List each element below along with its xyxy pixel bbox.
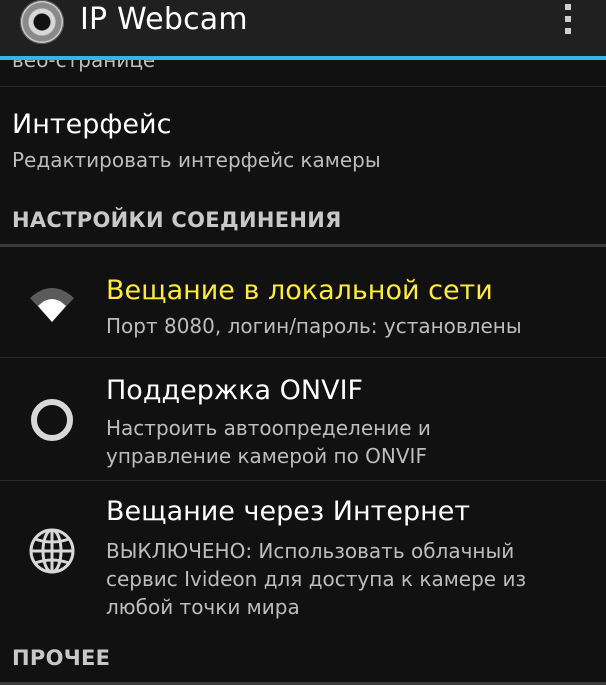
pref-onvif-title: Поддержка ONVIF	[106, 375, 364, 406]
pref-internet-broadcast-summary-line-3: любой точки мира	[106, 595, 300, 619]
webcam-logo-icon	[20, 0, 64, 44]
overflow-menu-icon-dot	[565, 28, 571, 34]
screen: веб-странице IP Webcam Интерфейс Редакти…	[0, 0, 606, 685]
pref-local-broadcast-title: Вещание в локальной сети	[106, 275, 493, 306]
action-bar: IP Webcam	[0, 0, 606, 56]
pref-local-broadcast-summary: Порт 8080, логин/пароль: установлены	[106, 314, 522, 338]
overflow-menu-icon-dot	[565, 16, 571, 22]
pref-internet-broadcast-summary-line-2: сервис Ivideon для доступа к камере из	[106, 567, 527, 591]
pref-internet-broadcast-title: Вещание через Интернет	[106, 496, 471, 527]
pref-onvif-summary-line-2: управление камерой по ONVIF	[106, 444, 427, 468]
circle-icon	[31, 399, 73, 441]
section-header-other: ПРОЧЕЕ	[12, 646, 111, 670]
pref-onvif[interactable]: Поддержка ONVIF Настроить автоопределени…	[0, 358, 606, 480]
pref-local-broadcast[interactable]: Вещание в локальной сети Порт 8080, логи…	[0, 256, 606, 356]
overflow-menu-icon	[565, 4, 571, 10]
divider	[0, 86, 606, 87]
globe-icon	[29, 528, 75, 574]
overflow-menu-button[interactable]	[560, 2, 576, 42]
pref-onvif-summary-line-1: Настроить автоопределение и	[106, 416, 431, 440]
app-title: IP Webcam	[80, 2, 248, 37]
pref-interface[interactable]: Интерфейс Редактировать интерфейс камеры	[0, 108, 606, 186]
section-divider	[0, 244, 606, 247]
pref-internet-broadcast-summary-line-1: ВЫКЛЮЧЕНО: Использовать облачный	[106, 539, 515, 563]
action-bar-accent-line	[0, 56, 606, 60]
pref-interface-title: Интерфейс	[12, 109, 172, 140]
pref-interface-summary: Редактировать интерфейс камеры	[12, 148, 381, 172]
wifi-icon	[30, 288, 74, 322]
pref-internet-broadcast[interactable]: Вещание через Интернет ВЫКЛЮЧЕНО: Исполь…	[0, 481, 606, 631]
section-header-connection: НАСТРОЙКИ СОЕДИНЕНИЯ	[12, 208, 342, 232]
